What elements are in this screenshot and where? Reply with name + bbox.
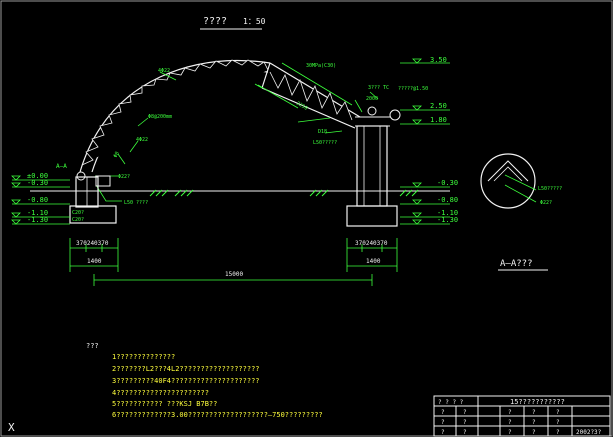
left-elev-4: -1.30 [27,216,48,224]
right-elev-3: -0.30 [437,179,458,187]
section-title: A—A??? [500,259,533,269]
section-label-l50: L50????? [538,186,562,192]
right-elev-6: -1.30 [437,216,458,224]
right-elev-1: 2.50 [430,102,447,110]
left-bottom-a: C20? [72,210,84,216]
left-width-dim: 1400 [87,258,102,265]
arch-web-members [81,59,269,166]
drawing-title: ???? [203,16,227,27]
tb-cell-5: ? [508,429,512,436]
right-elev-4: -0.80 [437,196,458,204]
label-phi22-small: Φ22? [118,174,130,180]
tb-cell-3: ? [508,409,512,416]
label-dim-d: D18 [318,129,327,135]
right-base-dim: 370240370 [355,240,388,247]
note-line-2: 2???????L2???4L2??????????????????? [112,365,260,373]
label-l50-base: L50 ???? [124,200,148,206]
label-inner-member: 4Φ22 [136,137,148,143]
left-base-dim: 370240370 [76,240,109,247]
notes-heading: ??? [86,342,99,350]
label-web-member: Φ8 [113,151,121,159]
note-line-1: 1?????????????? [112,353,175,361]
tb-cell-9: ? [556,409,560,416]
tb-cell-8: ? [532,429,536,436]
label-right-top: ?????@1.50 [398,86,428,92]
tb-row4-right: 2002?3? [576,429,602,436]
label-aa-left: A—A [56,163,67,170]
label-span-note: 2250 [295,101,308,112]
label-right-slope-note: L50????? [313,140,337,146]
label-top-member: 4Φ22 [158,68,170,74]
span-dim: 15000 [225,271,243,278]
note-line-4: 4?????????????????????? [112,389,209,397]
label-cross-member: Φ8@200mm [148,114,172,120]
label-3p-tc: 3??? TC [368,85,389,91]
tb-cell-10: ? [556,419,560,426]
cad-drawing-canvas: ???? 1：50 ±0.00 -0.30 -0.80 -1.10 -1.30 … [0,0,613,437]
drawing-scale: 1：50 [243,17,266,26]
corner-mark: X [8,421,15,434]
left-bottom-b: C20? [72,217,84,223]
tb-row1-right: 15??????????? [510,398,565,406]
section-label-phi22: Φ22? [540,200,552,206]
section-aa-detail [480,153,537,209]
note-line-3: 3?????????40F4????????????????????? [112,377,260,385]
right-support [346,106,401,227]
tb-row4-left: ? [441,429,445,436]
tb-row1-left: ? ? ? ? [438,399,464,406]
tb-cell-4: ? [508,419,512,426]
slope-web-members [269,71,353,121]
label-truss-spec: 30MPa(C30) [306,63,336,69]
tb-cell-2: ? [463,429,467,436]
right-width-dim: 1400 [366,258,381,265]
note-line-6: 6?????????????3.00???????????????????—75… [112,411,323,419]
tb-row3-left: ? [441,419,445,426]
tb-cell-1: ? [463,419,467,426]
tb-row2-left: ? [441,409,445,416]
left-elev-1: -0.30 [27,179,48,187]
right-elev-0: 3.50 [430,56,447,64]
tb-cell-6: ? [532,409,536,416]
tb-cell-11: ? [556,429,560,436]
tb-cell-7: ? [532,419,536,426]
slope-dim-lines [254,62,353,109]
right-elev-2: 1.80 [430,116,447,124]
left-elev-2: -0.80 [27,196,48,204]
label-2000: 2000 [366,96,378,102]
note-line-5: 5??????????? ???KSJ B7B?? [112,400,217,408]
tb-cell-0: ? [463,409,467,416]
